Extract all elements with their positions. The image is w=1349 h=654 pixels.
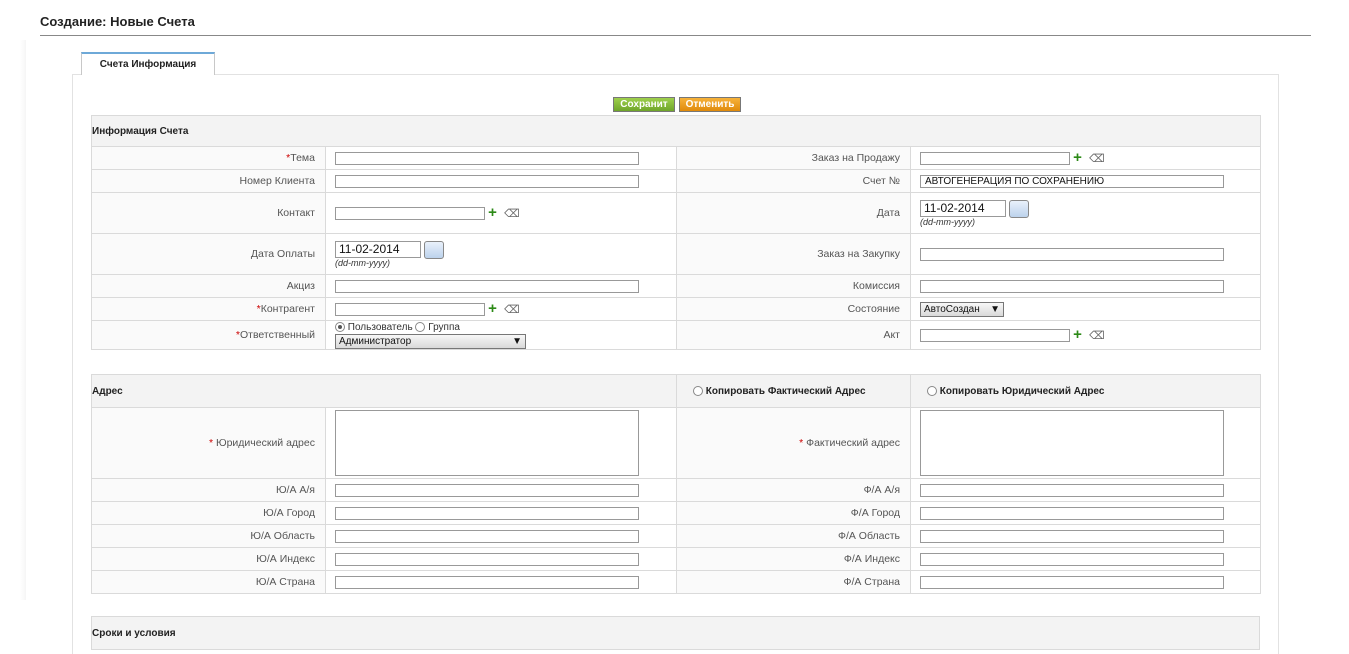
actual-postcode-label: Ф/А Индекс bbox=[676, 547, 912, 571]
chevron-down-icon: ▼ bbox=[990, 303, 1000, 315]
owner-group-radio[interactable] bbox=[415, 321, 426, 332]
legal-region-input[interactable] bbox=[335, 529, 639, 543]
legal-city-input[interactable] bbox=[335, 506, 639, 520]
commission-label: Комиссия bbox=[676, 274, 911, 298]
actual-postcode-input[interactable] bbox=[920, 552, 1225, 566]
date-format-hint: (dd-mm-yyyy) bbox=[920, 216, 975, 227]
legal-country-label: Ю/А Страна bbox=[91, 570, 326, 594]
legal-po-box-label: Ю/А А/я bbox=[91, 478, 326, 502]
act-label: Акт bbox=[676, 320, 911, 350]
section-title-invoice-info: Информация Счета bbox=[90, 115, 1262, 147]
legal-postcode-input[interactable] bbox=[335, 552, 639, 566]
date-label: Дата bbox=[676, 192, 911, 234]
add-icon[interactable]: + bbox=[1073, 150, 1086, 165]
eraser-icon[interactable]: ⌫ bbox=[504, 207, 520, 220]
actual-city-label: Ф/А Город bbox=[676, 501, 912, 525]
actual-region-label: Ф/А Область bbox=[676, 524, 912, 548]
commission-input[interactable] bbox=[920, 279, 1224, 293]
eraser-icon[interactable]: ⌫ bbox=[504, 303, 520, 316]
legal-region-label: Ю/А Область bbox=[91, 524, 326, 548]
subject-label: *Тема bbox=[91, 146, 326, 170]
actual-country-input[interactable] bbox=[920, 575, 1225, 589]
pay-date-label: Дата Оплаты bbox=[91, 233, 326, 275]
excise-label: Акциз bbox=[91, 274, 326, 298]
page-title: Создание: Новые Счета bbox=[40, 14, 195, 29]
legal-city-label: Ю/А Город bbox=[91, 501, 326, 525]
calendar-icon[interactable] bbox=[424, 240, 445, 259]
status-label: Состояние bbox=[676, 297, 911, 321]
copy-actual-address-option[interactable]: Копировать Фактический Адрес bbox=[676, 374, 912, 408]
chevron-down-icon: ▼ bbox=[512, 335, 522, 347]
legal-address-label: * Юридический адрес bbox=[91, 407, 326, 479]
legal-postcode-label: Ю/А Индекс bbox=[91, 547, 326, 571]
status-select[interactable]: АвтоСоздан ▼ bbox=[920, 301, 1004, 317]
section-title-address: Адрес bbox=[90, 374, 678, 408]
act-input[interactable] bbox=[920, 328, 1070, 342]
eraser-icon[interactable]: ⌫ bbox=[1089, 152, 1105, 165]
actual-address-textarea[interactable] bbox=[920, 410, 1225, 476]
eraser-icon[interactable]: ⌫ bbox=[1089, 329, 1105, 342]
date-input[interactable]: 11-02-2014 bbox=[920, 199, 1006, 217]
legal-po-box-input[interactable] bbox=[335, 483, 639, 497]
excise-input[interactable] bbox=[335, 279, 639, 293]
title-divider bbox=[40, 35, 1311, 36]
save-button[interactable]: Сохранит bbox=[613, 97, 675, 112]
sales-order-label: Заказ на Продажу bbox=[676, 146, 911, 170]
section-title-terms: Сроки и условия bbox=[91, 616, 1260, 650]
client-number-input[interactable] bbox=[335, 174, 639, 188]
calendar-icon[interactable] bbox=[1009, 199, 1030, 218]
actual-city-input[interactable] bbox=[920, 506, 1225, 520]
owner-user-label: Пользователь bbox=[347, 321, 413, 333]
actual-region-input[interactable] bbox=[920, 529, 1225, 543]
purchase-order-input[interactable] bbox=[920, 247, 1224, 261]
counterparty-input[interactable] bbox=[335, 302, 485, 316]
owner-user-radio[interactable] bbox=[335, 321, 345, 332]
actual-address-label: * Фактический адрес bbox=[676, 407, 912, 479]
add-icon[interactable]: + bbox=[488, 301, 501, 316]
copy-legal-radio[interactable] bbox=[927, 385, 938, 396]
invoice-number-label: Счет № bbox=[676, 169, 911, 193]
subject-input[interactable] bbox=[335, 151, 639, 165]
actual-po-box-input[interactable] bbox=[920, 483, 1225, 497]
owner-group-label: Группа bbox=[428, 321, 460, 333]
owner-select[interactable]: Администратор ▼ bbox=[335, 333, 526, 349]
pay-date-input[interactable]: 11-02-2014 bbox=[335, 240, 421, 258]
terms-table: Сроки и условия bbox=[91, 616, 1260, 650]
cancel-button[interactable]: Отменить bbox=[679, 97, 741, 112]
actual-country-label: Ф/А Страна bbox=[676, 570, 912, 594]
legal-address-textarea[interactable] bbox=[335, 410, 639, 476]
sales-order-input[interactable] bbox=[920, 151, 1070, 165]
add-icon[interactable]: + bbox=[488, 205, 501, 220]
purchase-order-label: Заказ на Закупку bbox=[676, 233, 911, 275]
invoice-number-input[interactable]: АВТОГЕНЕРАЦИЯ ПО СОХРАНЕНИЮ bbox=[920, 174, 1224, 188]
responsible-label: *Ответственный bbox=[91, 320, 326, 350]
tab-invoice-info[interactable]: Счета Информация bbox=[81, 52, 215, 75]
copy-actual-radio[interactable] bbox=[693, 385, 704, 396]
date-format-hint: (dd-mm-yyyy) bbox=[335, 257, 390, 268]
legal-country-input[interactable] bbox=[335, 575, 639, 589]
contact-label: Контакт bbox=[91, 192, 326, 234]
invoice-info-table: Информация Счета *Тема Заказ на Продажу … bbox=[90, 115, 1262, 350]
add-icon[interactable]: + bbox=[1073, 327, 1086, 342]
client-number-label: Номер Клиента bbox=[91, 169, 326, 193]
copy-legal-address-option[interactable]: Копировать Юридический Адрес bbox=[910, 374, 1262, 408]
address-table: Адрес Копировать Фактический Адрес Копир… bbox=[90, 374, 1262, 594]
counterparty-label: *Контрагент bbox=[91, 297, 326, 321]
actual-po-box-label: Ф/А А/я bbox=[676, 478, 912, 502]
page-shadow bbox=[20, 40, 26, 600]
contact-input[interactable] bbox=[335, 206, 485, 220]
